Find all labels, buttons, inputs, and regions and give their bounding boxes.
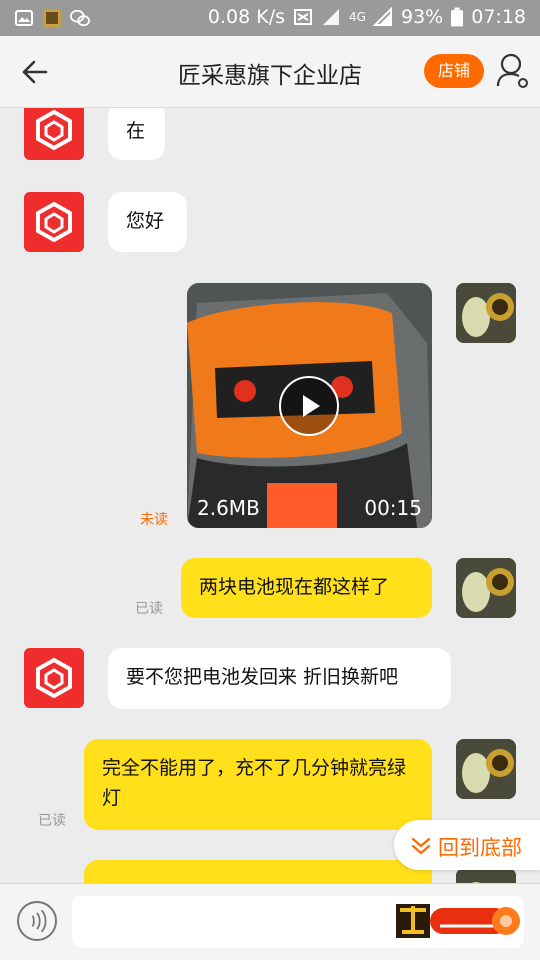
user-avatar[interactable] xyxy=(456,868,516,883)
read-status: 已读 xyxy=(38,813,66,829)
back-to-bottom-label: 回到底部 xyxy=(438,836,522,860)
double-chevron-down-icon xyxy=(411,837,431,855)
network-speed: 0.08 K/s xyxy=(207,6,285,28)
battery-level: 93% xyxy=(401,6,444,28)
message-bubble[interactable]: 您好 xyxy=(108,192,187,252)
battery-icon xyxy=(451,7,464,27)
user-settings-icon[interactable] xyxy=(496,52,530,90)
watermark-logo xyxy=(396,904,520,938)
shop-button[interactable]: 店铺 xyxy=(424,54,484,88)
shop-avatar[interactable] xyxy=(24,648,84,708)
chat-area[interactable]: 在 您好 2.6MB 00:15 未读 两块电池现在都这样了 已读 要不您把电池… xyxy=(0,108,540,883)
shop-avatar[interactable] xyxy=(24,108,84,160)
message-bubble[interactable]: 在 xyxy=(108,108,165,160)
wechat-icon xyxy=(70,9,90,27)
app-icon xyxy=(43,9,61,27)
back-to-bottom-button[interactable]: 回到底部 xyxy=(394,820,540,870)
gallery-icon xyxy=(15,10,33,26)
user-avatar[interactable] xyxy=(456,739,516,799)
shop-avatar[interactable] xyxy=(24,192,84,252)
clock: 07:18 xyxy=(471,6,526,28)
notification-icons xyxy=(14,8,90,28)
status-right: 0.08 K/s 4G 93% 07:18 xyxy=(208,6,526,28)
message-icon xyxy=(294,9,312,25)
message-bubble[interactable]: 要不您把电池发回来 折旧换新吧 xyxy=(108,648,451,709)
message-bubble[interactable]: 两块电池现在都这样了 xyxy=(181,558,432,618)
video-duration: 00:15 xyxy=(364,496,422,520)
play-icon[interactable] xyxy=(278,375,340,437)
signal-strength-icon xyxy=(373,7,392,26)
read-status: 已读 xyxy=(135,601,163,617)
video-size: 2.6MB xyxy=(197,496,260,520)
message-bubble[interactable]: 完全不能用了，充不了几分钟就亮绿灯 xyxy=(84,739,432,830)
message-bubble-partial[interactable] xyxy=(84,860,432,883)
user-avatar[interactable] xyxy=(456,283,516,343)
video-message[interactable]: 2.6MB 00:15 xyxy=(187,283,432,528)
unread-status: 未读 xyxy=(140,512,168,528)
signal-icon xyxy=(323,9,339,25)
status-bar: 0.08 K/s 4G 93% 07:18 xyxy=(0,0,540,36)
network-type: 4G xyxy=(349,10,366,24)
user-avatar[interactable] xyxy=(456,558,516,618)
chat-header: 匠采惠旗下企业店 店铺 xyxy=(0,36,540,108)
voice-icon[interactable] xyxy=(17,901,57,941)
